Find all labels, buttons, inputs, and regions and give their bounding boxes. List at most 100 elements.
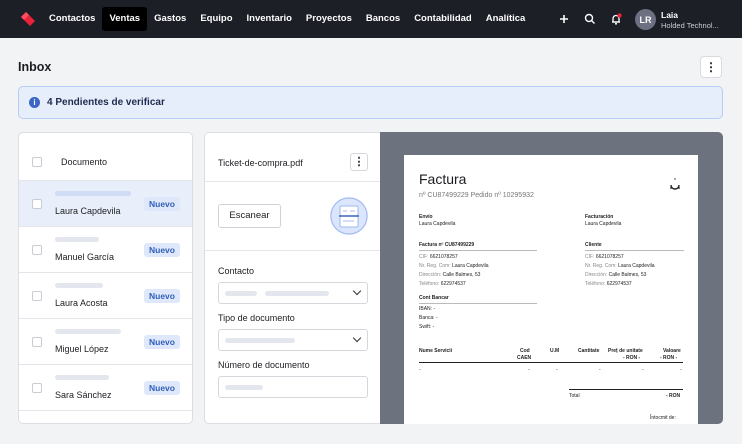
reg-row: Nr. Reg. Com: Laura Capdevila bbox=[419, 263, 489, 269]
more-options-button[interactable]: ⋮ bbox=[700, 56, 722, 78]
document-number-input[interactable] bbox=[218, 376, 368, 398]
divider bbox=[205, 250, 380, 251]
document-number-label: Número de documento bbox=[218, 360, 310, 370]
row-checkbox[interactable] bbox=[32, 199, 42, 209]
phone-row: Teléfono: 622974537 bbox=[419, 281, 466, 287]
col-value: Valoare bbox=[663, 348, 681, 354]
invoice-page: Factura nº CU87499229 Pedido nº 10295932… bbox=[404, 155, 698, 424]
row-checkbox[interactable] bbox=[32, 245, 42, 255]
document-list: Documento Laura Capdevila Nuevo Manuel G… bbox=[18, 132, 193, 424]
nav-contactos[interactable]: Contactos bbox=[42, 7, 102, 31]
divider bbox=[585, 250, 684, 251]
line-quantity: - bbox=[599, 367, 601, 373]
list-item[interactable]: Laura Capdevila Nuevo bbox=[19, 181, 192, 227]
contact-name: Miguel López bbox=[55, 344, 109, 354]
list-item[interactable]: Manuel García Nuevo bbox=[19, 227, 192, 273]
row-checkbox[interactable] bbox=[32, 383, 42, 393]
search-icon[interactable] bbox=[583, 12, 597, 26]
row-checkbox[interactable] bbox=[32, 337, 42, 347]
col-service: Nume Servicii bbox=[419, 348, 453, 354]
line-service: - bbox=[419, 367, 421, 373]
status-badge: Nuevo bbox=[144, 289, 180, 303]
line-unit-price: - bbox=[642, 367, 644, 373]
col-unit-price: Preț de unitate bbox=[608, 348, 643, 354]
cif-row: CIF: 6621078257 bbox=[419, 254, 458, 260]
skeleton-line bbox=[265, 291, 329, 296]
skeleton-line bbox=[55, 237, 99, 242]
footer-prepared-by: Întocmit de: bbox=[650, 415, 676, 421]
status-badge: Nuevo bbox=[144, 197, 180, 211]
address-row: Dirección: Calle Balmes, 53 bbox=[419, 272, 481, 278]
nav-bancos[interactable]: Bancos bbox=[359, 7, 407, 31]
avatar[interactable]: LR bbox=[635, 9, 656, 30]
invoice-title: Factura bbox=[419, 171, 467, 187]
bank-row: Banca: - bbox=[419, 315, 438, 321]
swift-row: Swift: - bbox=[419, 324, 435, 330]
loading-spinner-icon bbox=[670, 178, 680, 190]
top-navigation: Contactos Ventas Gastos Equipo Inventari… bbox=[0, 0, 742, 38]
client-reg-row: Nr. Reg. Com: Laura Capdevila bbox=[585, 263, 655, 269]
file-options-button[interactable]: ⋮ bbox=[350, 153, 368, 171]
skeleton-line bbox=[225, 338, 295, 343]
total-label: Total bbox=[569, 393, 580, 399]
chevron-down-icon bbox=[352, 333, 362, 343]
skeleton-line bbox=[55, 191, 131, 196]
status-badge: Nuevo bbox=[144, 243, 180, 257]
line-um: - bbox=[556, 367, 558, 373]
row-checkbox[interactable] bbox=[32, 291, 42, 301]
skeleton-line bbox=[55, 329, 121, 334]
select-all-checkbox[interactable] bbox=[32, 157, 42, 167]
divider bbox=[205, 181, 380, 182]
holded-logo-icon[interactable] bbox=[19, 10, 37, 28]
nav-equipo[interactable]: Equipo bbox=[193, 7, 239, 31]
client-address-row: Dirección: Calle Balmes, 53 bbox=[585, 272, 647, 278]
skeleton-line bbox=[225, 385, 263, 390]
document-detail-panel: Ticket-de-compra.pdf ⋮ Escanear Contacto… bbox=[204, 132, 380, 424]
status-badge: Nuevo bbox=[144, 335, 180, 349]
billing-name: Laura Capdevila bbox=[585, 221, 622, 227]
document-preview[interactable]: Factura nº CU87499229 Pedido nº 10295932… bbox=[380, 132, 723, 424]
list-item[interactable]: Laura Acosta Nuevo bbox=[19, 273, 192, 319]
main-nav: Contactos Ventas Gastos Equipo Inventari… bbox=[42, 7, 532, 31]
col-caen: CAEN bbox=[517, 355, 532, 361]
contact-select[interactable] bbox=[218, 282, 368, 304]
nav-analitica[interactable]: Analítica bbox=[479, 7, 533, 31]
plus-icon[interactable] bbox=[557, 12, 571, 26]
user-name[interactable]: Laia bbox=[661, 10, 678, 20]
list-item[interactable]: Sara Sánchez Nuevo bbox=[19, 365, 192, 411]
nav-gastos[interactable]: Gastos bbox=[147, 7, 193, 31]
col-cod: Cod bbox=[520, 348, 530, 354]
chevron-down-icon bbox=[352, 286, 362, 296]
divider bbox=[419, 250, 537, 251]
contact-name: Laura Acosta bbox=[55, 298, 108, 308]
document-type-select[interactable] bbox=[218, 329, 368, 351]
skeleton-line bbox=[55, 283, 103, 288]
nav-ventas[interactable]: Ventas bbox=[102, 7, 148, 31]
nav-proyectos[interactable]: Proyectos bbox=[299, 7, 359, 31]
divider bbox=[569, 389, 683, 390]
document-type-label: Tipo de documento bbox=[218, 313, 295, 323]
scan-button[interactable]: Escanear bbox=[218, 204, 281, 228]
contact-name: Laura Capdevila bbox=[55, 206, 121, 216]
invoice-number: Factura nº CU87499229 bbox=[419, 242, 475, 248]
shipping-label: Envío bbox=[419, 214, 433, 220]
file-name: Ticket-de-compra.pdf bbox=[218, 158, 303, 168]
iban-row: IBAN: - bbox=[419, 306, 436, 312]
total-value: - RON bbox=[666, 393, 681, 399]
list-item[interactable]: Miguel López Nuevo bbox=[19, 319, 192, 365]
nav-inventario[interactable]: Inventario bbox=[240, 7, 299, 31]
line-value: - bbox=[680, 367, 682, 373]
page-title: Inbox bbox=[18, 60, 52, 74]
col-value-currency: - RON - bbox=[660, 355, 678, 361]
bell-icon[interactable] bbox=[609, 12, 623, 26]
user-organization[interactable]: Holded Technol... bbox=[661, 21, 737, 30]
nav-contabilidad[interactable]: Contabilidad bbox=[407, 7, 479, 31]
divider bbox=[419, 362, 683, 363]
line-cod: - bbox=[528, 367, 530, 373]
pending-banner: i 4 Pendientes de verificar bbox=[18, 86, 723, 119]
client-label: Cliente bbox=[585, 242, 602, 248]
billing-label: Facturación bbox=[585, 214, 614, 220]
contact-label: Contacto bbox=[218, 266, 255, 276]
col-um: U.M bbox=[550, 348, 560, 354]
scan-illustration-icon bbox=[330, 197, 368, 235]
